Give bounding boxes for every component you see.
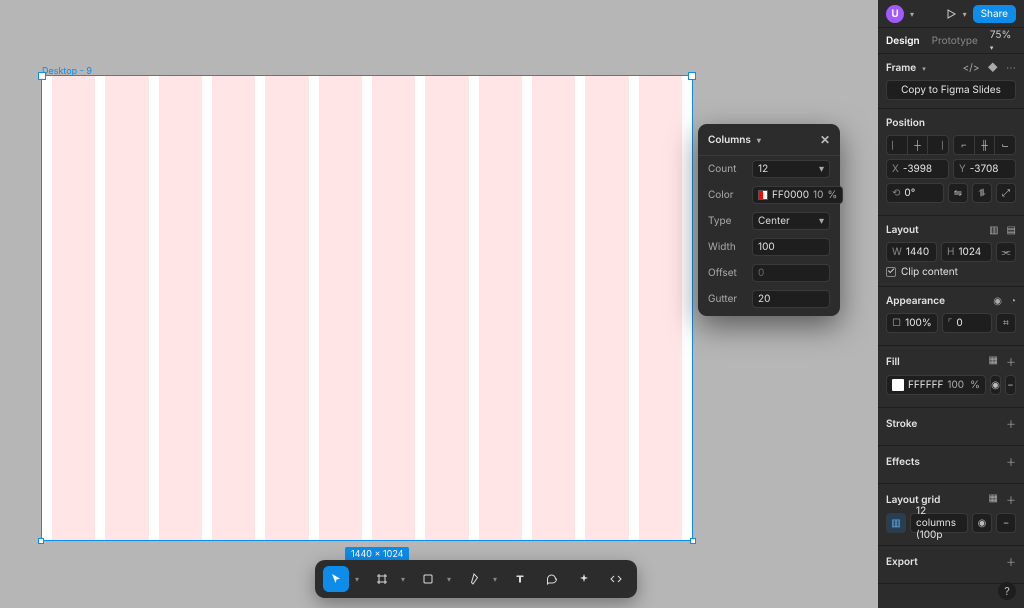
styles-icon[interactable]: ▦: [989, 354, 998, 369]
pen-tool[interactable]: [461, 566, 487, 592]
position-title: Position: [886, 117, 925, 129]
fill-swatch-icon: [892, 379, 904, 391]
offset-input: 0: [752, 264, 830, 282]
w-input[interactable]: W1440: [886, 242, 937, 262]
pen-tool-chevron-icon[interactable]: ▾: [493, 574, 501, 584]
dev-mode-tool[interactable]: [603, 566, 629, 592]
copy-to-slides-button[interactable]: Copy to Figma Slides: [886, 80, 1016, 100]
play-chevron-icon[interactable]: ▾: [963, 9, 967, 19]
align-bottom-icon[interactable]: ⌙: [995, 136, 1015, 154]
columns-type-chevron-icon[interactable]: ▾: [757, 135, 761, 145]
grid-item-label[interactable]: 12 columns (100p: [910, 513, 968, 533]
more-icon[interactable]: ⋯: [1006, 62, 1016, 74]
share-button[interactable]: Share: [973, 5, 1016, 23]
flip-h-icon[interactable]: ⇋: [948, 183, 968, 203]
move-tool-chevron-icon[interactable]: ▾: [355, 574, 363, 584]
add-grid-icon[interactable]: ＋: [1006, 492, 1016, 507]
remove-fill-icon[interactable]: −: [1005, 375, 1016, 395]
grid-visibility-icon[interactable]: ◉: [972, 513, 992, 533]
remove-grid-icon[interactable]: −: [996, 513, 1016, 533]
gutter-label: Gutter: [708, 293, 746, 305]
resize-fit-icon[interactable]: ⤢: [996, 183, 1016, 203]
offset-label: Offset: [708, 267, 746, 279]
grid-type-icon[interactable]: ▥: [886, 513, 906, 533]
autolayout-v-icon[interactable]: ▤: [1007, 224, 1016, 236]
zoom-select[interactable]: 75% ▾: [990, 29, 1016, 53]
frame-type-chevron-icon[interactable]: ▾: [922, 64, 926, 73]
y-input[interactable]: Y-3708: [953, 159, 1016, 179]
opacity-input[interactable]: ▢100%: [886, 313, 938, 333]
column-grid-overlay: [42, 76, 692, 540]
tab-prototype[interactable]: Prototype: [932, 35, 978, 47]
link-wh-icon[interactable]: ⫘: [996, 242, 1016, 262]
gutter-input[interactable]: 20: [752, 290, 830, 308]
shape-tool-chevron-icon[interactable]: ▾: [447, 574, 455, 584]
appearance-title: Appearance: [886, 295, 945, 307]
flip-v-icon[interactable]: ⥮: [972, 183, 992, 203]
layout-title: Layout: [886, 224, 919, 236]
move-tool[interactable]: [323, 566, 349, 592]
add-effect-icon[interactable]: ＋: [1006, 454, 1016, 469]
count-label: Count: [708, 163, 746, 175]
type-select[interactable]: Center ▾: [752, 212, 830, 230]
frame-tool-chevron-icon[interactable]: ▾: [401, 574, 409, 584]
visibility-icon[interactable]: ◉: [993, 295, 1002, 307]
frame-section-title: Frame: [886, 62, 916, 74]
effects-title: Effects: [886, 456, 920, 468]
type-label: Type: [708, 215, 746, 227]
width-label: Width: [708, 241, 746, 253]
x-input[interactable]: X-3998: [886, 159, 949, 179]
layout-grid-title: Layout grid: [886, 494, 940, 506]
clip-content-checkbox[interactable]: Clip content: [886, 266, 1016, 278]
frame-tool[interactable]: [369, 566, 395, 592]
tools-toolbar: ▾ ▾ ▾ ▾: [315, 560, 637, 598]
grid-styles-icon[interactable]: ▦: [989, 492, 998, 507]
stroke-title: Stroke: [886, 418, 917, 430]
actions-tool[interactable]: [571, 566, 597, 592]
align-v-group: ⌐ ╫ ⌙: [953, 135, 1016, 155]
align-vcenter-icon[interactable]: ╫: [975, 136, 996, 154]
fill-color-input[interactable]: FFFFFF 100%: [886, 375, 986, 395]
align-right-icon[interactable]: ⎹: [928, 136, 948, 154]
avatar-chevron-icon[interactable]: ▾: [910, 9, 914, 19]
columns-settings-popover: Columns ▾ ✕ Count 12 ▾ Color FF0000 10% …: [698, 124, 840, 316]
help-icon[interactable]: ?: [998, 582, 1016, 600]
tab-design[interactable]: Design: [886, 35, 920, 47]
fill-title: Fill: [886, 356, 900, 368]
rotation-input[interactable]: ⟲0°: [886, 183, 944, 203]
align-hcenter-icon[interactable]: ┼: [908, 136, 929, 154]
align-left-icon[interactable]: ⎸: [887, 136, 908, 154]
independent-corners-icon[interactable]: ⌗: [996, 313, 1016, 333]
autolayout-h-icon[interactable]: ▥: [989, 224, 998, 236]
shape-tool[interactable]: [415, 566, 441, 592]
color-label: Color: [708, 189, 746, 201]
width-input[interactable]: 100: [752, 238, 830, 256]
avatar[interactable]: U: [886, 5, 904, 23]
play-icon[interactable]: [945, 8, 957, 20]
add-stroke-icon[interactable]: ＋: [1006, 416, 1016, 431]
close-icon[interactable]: ✕: [820, 132, 830, 147]
align-h-group: ⎸ ┼ ⎹: [886, 135, 949, 155]
count-input[interactable]: 12 ▾: [752, 160, 830, 178]
h-input[interactable]: H1024: [941, 242, 992, 262]
corner-radius-input[interactable]: ⌜0: [942, 313, 992, 333]
comment-tool[interactable]: [539, 566, 565, 592]
inspector-panel: U ▾ ▾ Share Design Prototype 75% ▾ Frame…: [878, 0, 1024, 608]
dev-status-icon[interactable]: </>: [963, 62, 980, 74]
fill-visibility-icon[interactable]: ◉: [990, 375, 1001, 395]
canvas-frame[interactable]: [42, 76, 692, 540]
color-input[interactable]: FF0000 10%: [752, 186, 843, 204]
add-export-icon[interactable]: ＋: [1006, 554, 1016, 569]
color-swatch-icon: [758, 190, 768, 200]
add-fill-icon[interactable]: ＋: [1006, 354, 1016, 369]
blend-icon[interactable]: ◔: [1010, 295, 1016, 307]
export-title: Export: [886, 556, 918, 568]
component-icon[interactable]: ◆: [987, 62, 998, 74]
popover-title: Columns: [708, 134, 751, 146]
align-top-icon[interactable]: ⌐: [954, 136, 975, 154]
text-tool[interactable]: [507, 566, 533, 592]
